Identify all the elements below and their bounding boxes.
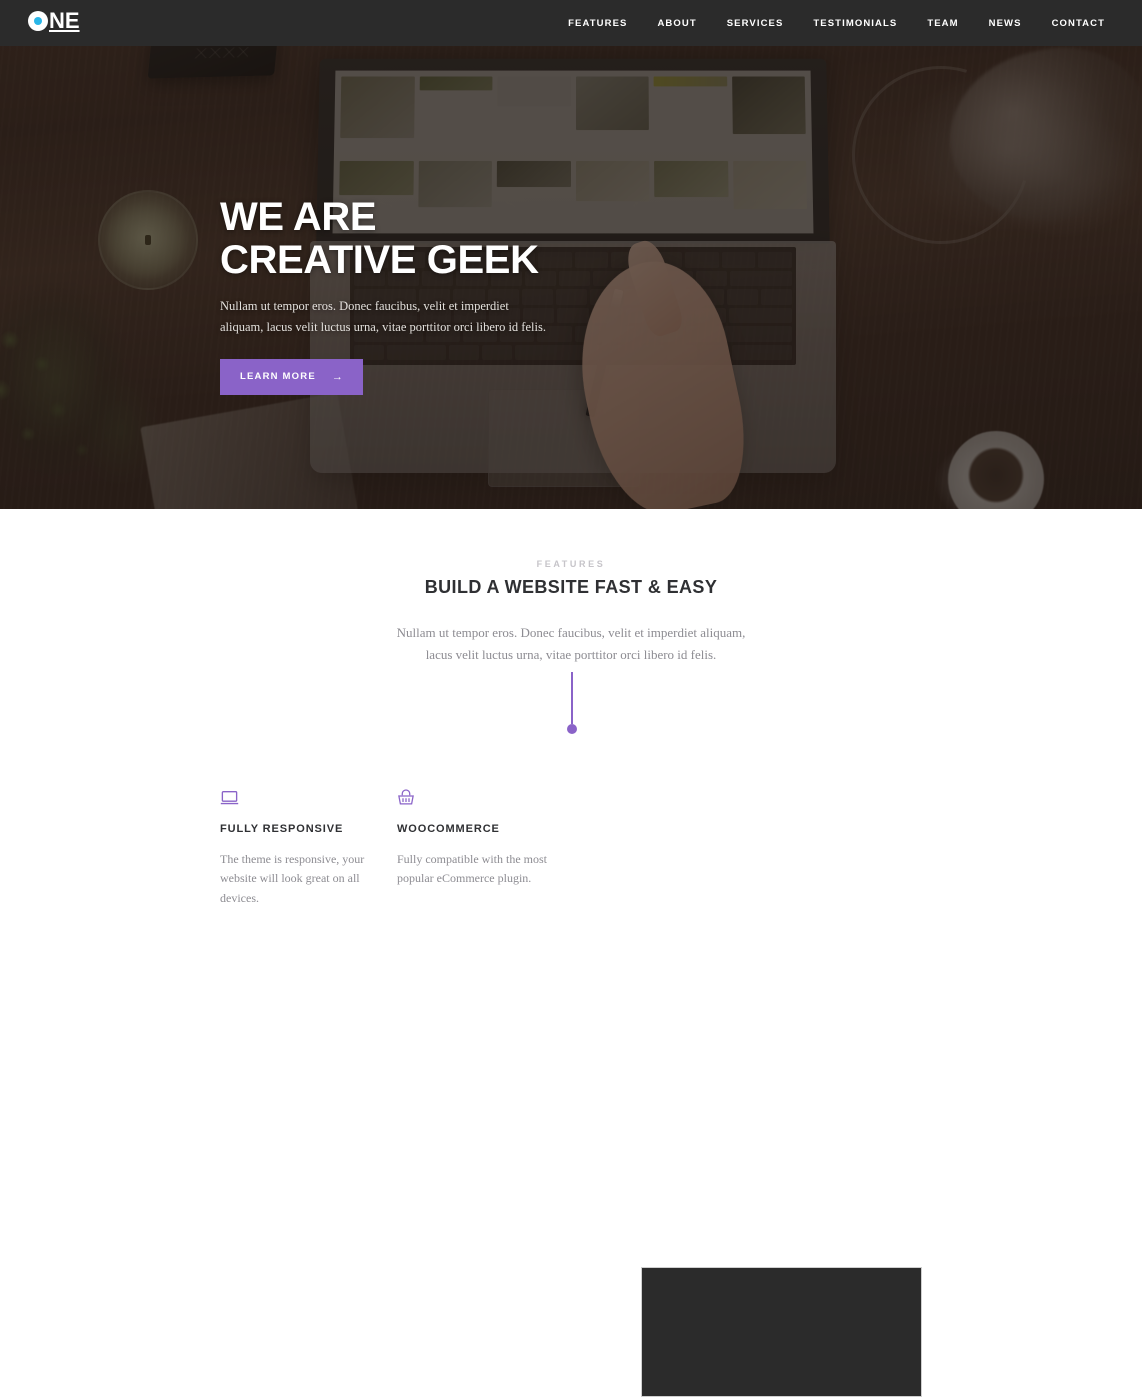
hero-content: WE ARE CREATIVE GEEK Nullam ut tempor er… [220,196,780,395]
hero-title: WE ARE CREATIVE GEEK [220,196,780,282]
learn-more-label: LEARN MORE [240,371,316,383]
main-navigation: FEATURES ABOUT SERVICES TESTIMONIALS TEA… [553,0,1120,46]
nav-item-features[interactable]: FEATURES [553,18,642,29]
hero-section: WE ARE CREATIVE GEEK Nullam ut tempor er… [0,0,1142,509]
features-title: BUILD A WEBSITE FAST & EASY [424,577,718,597]
site-header: NE FEATURES ABOUT SERVICES TESTIMONIALS … [0,0,1142,46]
section-divider [571,672,573,724]
feature-name: FULLY RESPONSIVE [220,823,344,835]
logo-o-icon [28,11,48,31]
nav-item-testimonials[interactable]: TESTIMONIALS [798,18,912,29]
features-description: Nullam ut tempor eros. Donec faucibus, v… [396,625,746,663]
learn-more-button[interactable]: LEARN MORE → [220,358,363,395]
feature-name: WOOCOMMERCE [397,823,500,835]
media-placeholder[interactable] [641,1267,922,1397]
features-section: FEATURES BUILD A WEBSITE FAST & EASY Nul… [0,509,1142,1397]
hero-title-line-2: CREATIVE GEEK [220,237,539,282]
feature-item-fully-responsive: FULLY RESPONSIVE The theme is responsive… [220,784,397,908]
feature-list: FULLY RESPONSIVE The theme is responsive… [220,784,610,908]
laptop-icon [220,784,397,806]
features-eyebrow: FEATURES [536,559,606,569]
feature-text: The theme is responsive, your website wi… [220,852,365,905]
hero-title-line-1: WE ARE [220,195,377,239]
hero-subtitle: Nullam ut tempor eros. Donec faucibus, v… [220,298,546,335]
logo-text: NE [49,8,80,33]
nav-item-contact[interactable]: CONTACT [1037,18,1120,29]
feature-item-woocommerce: WOOCOMMERCE Fully compatible with the mo… [397,784,574,908]
nav-item-services[interactable]: SERVICES [712,18,799,29]
nav-item-news[interactable]: NEWS [974,18,1037,29]
shopping-basket-icon [397,784,574,806]
nav-item-about[interactable]: ABOUT [642,18,711,29]
arrow-right-icon: → [331,370,343,383]
nav-item-team[interactable]: TEAM [912,18,973,29]
features-header: FEATURES BUILD A WEBSITE FAST & EASY Nul… [0,509,1142,667]
site-logo[interactable]: NE [28,10,80,32]
